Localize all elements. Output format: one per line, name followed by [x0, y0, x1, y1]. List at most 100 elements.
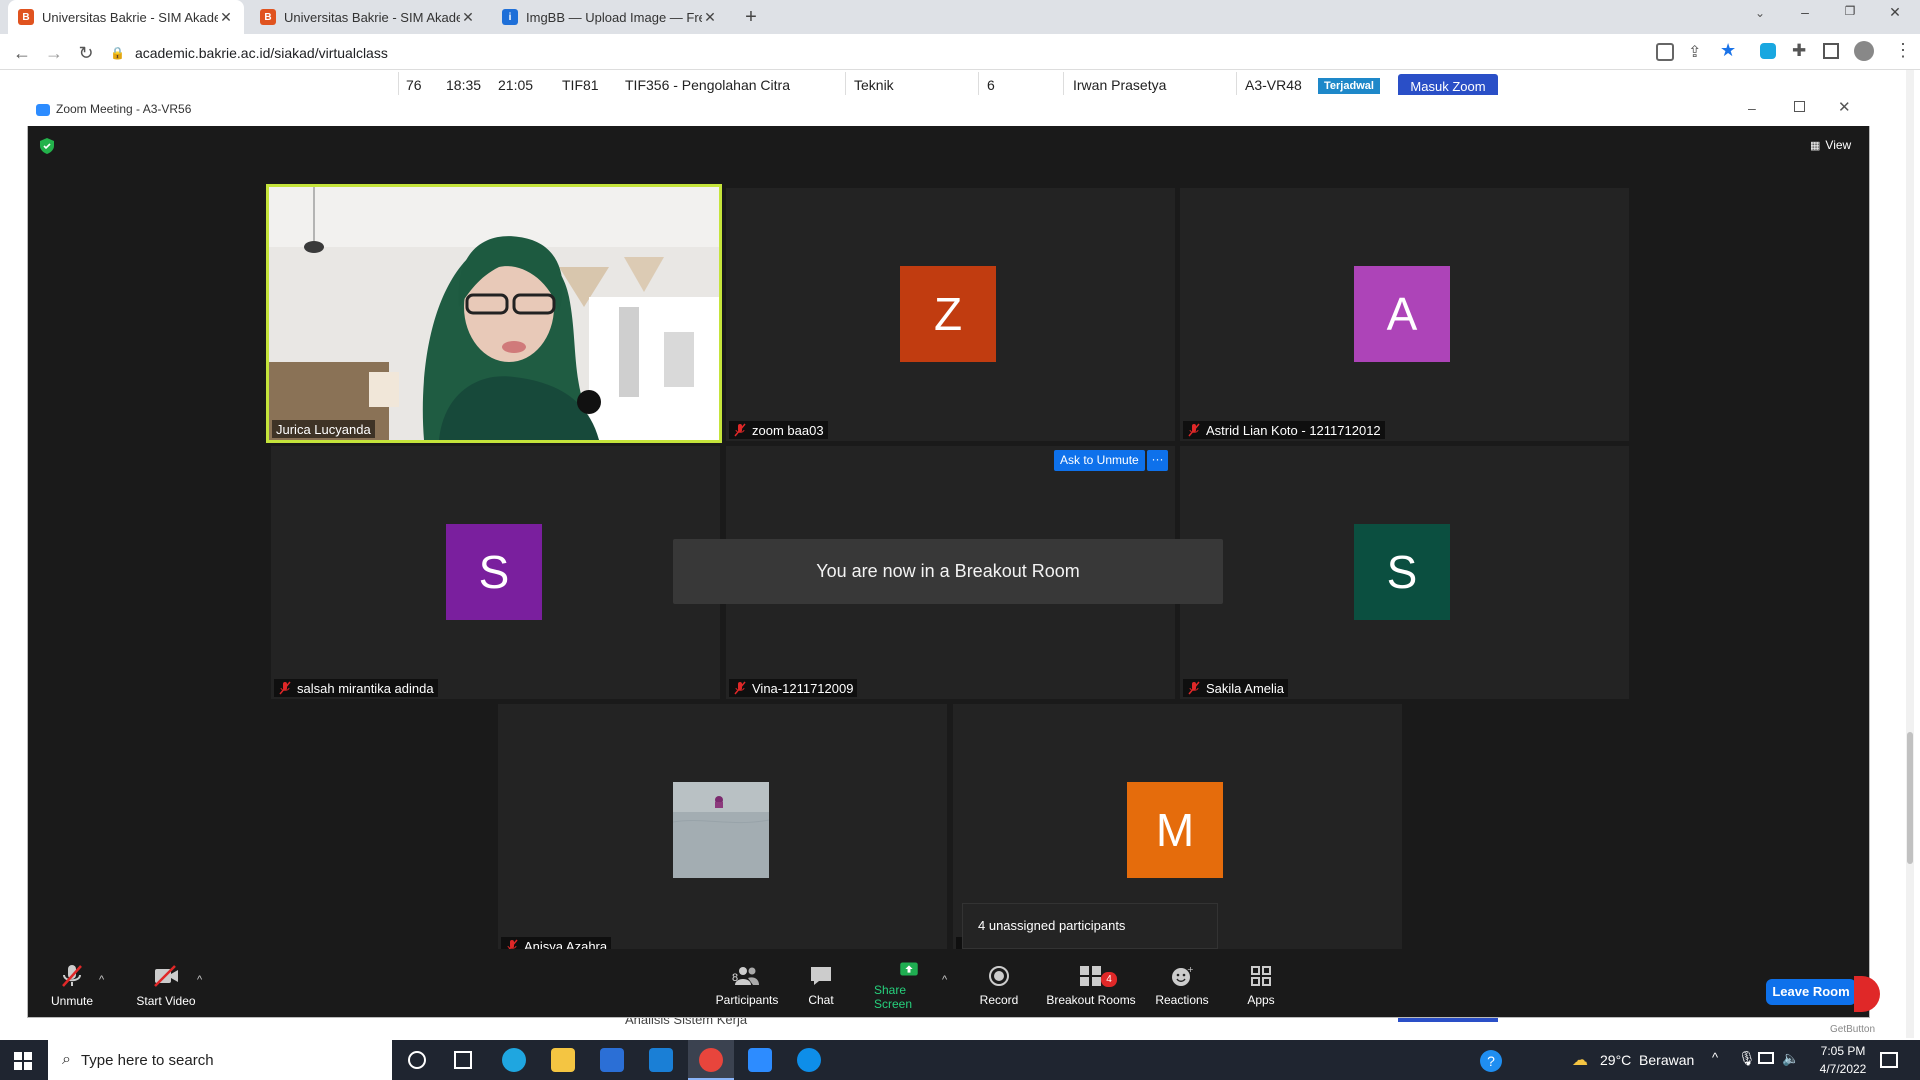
participants-button[interactable]: Participants: [714, 961, 780, 1011]
forward-icon[interactable]: →: [42, 41, 66, 65]
zoom-app-icon[interactable]: [748, 1048, 772, 1072]
apps-label: Apps: [1247, 993, 1275, 1007]
record-icon: [989, 966, 1009, 986]
participants-label: Participants: [715, 993, 779, 1007]
file-explorer-icon[interactable]: [551, 1048, 575, 1072]
zoom-window-title: Zoom Meeting - A3-VR56: [56, 102, 192, 116]
participant-profile-photo: [673, 782, 769, 878]
start-video-label: Start Video: [136, 994, 196, 1008]
audio-options-chevron-icon[interactable]: ^: [99, 974, 104, 986]
participant-tile[interactable]: Z zoom baa03: [726, 188, 1175, 441]
participant-avatar: S: [1354, 524, 1450, 620]
microphone-tray-icon[interactable]: 🎙: [1738, 1050, 1756, 1067]
close-tab-icon[interactable]: ✕: [460, 9, 476, 26]
getbutton-label: GetButton: [1830, 1024, 1876, 1035]
mic-muted-icon: [1188, 423, 1200, 437]
participant-tile[interactable]: Anisya Azahra: [498, 704, 947, 957]
participant-name: Jurica Lucyanda: [272, 420, 375, 438]
reactions-button[interactable]: + Reactions: [1154, 961, 1210, 1011]
url-bar[interactable]: 🔒 academic.bakrie.ac.id/siakad/virtualcl…: [110, 39, 1810, 67]
video-options-chevron-icon[interactable]: ^: [197, 974, 202, 986]
apps-button[interactable]: Apps: [1246, 961, 1276, 1011]
weather-cloud-icon[interactable]: ☁: [1572, 1050, 1588, 1070]
network-icon[interactable]: [1758, 1052, 1774, 1064]
reactions-smiley-icon: +: [1172, 965, 1193, 986]
view-button[interactable]: ▦ View: [1810, 138, 1851, 152]
windows-start-icon[interactable]: [14, 1052, 32, 1070]
leave-room-button[interactable]: Leave Room: [1766, 979, 1856, 1005]
browser-tab-2[interactable]: B Universitas Bakrie - SIM Akadem ✕: [250, 0, 486, 34]
zoom-maximize-icon[interactable]: [1794, 101, 1805, 112]
new-tab-button[interactable]: +: [738, 4, 764, 30]
unmute-button[interactable]: Unmute: [44, 961, 100, 1011]
participant-tile[interactable]: S salsah mirantika adinda: [271, 446, 720, 699]
notifications-icon[interactable]: [1880, 1052, 1898, 1068]
volume-icon[interactable]: 🔈: [1782, 1050, 1799, 1067]
close-tab-icon[interactable]: ✕: [218, 9, 234, 26]
chat-button[interactable]: Chat: [800, 961, 842, 1011]
reactions-label: Reactions: [1155, 993, 1209, 1007]
browser-tab-3[interactable]: i ImgBB — Upload Image — Free ✕: [492, 0, 728, 34]
participant-tile[interactable]: A Astrid Lian Koto - 1211712012: [1180, 188, 1629, 441]
grid-view-icon: ▦: [1810, 139, 1821, 152]
video-off-icon: [154, 965, 178, 987]
mail-icon[interactable]: [649, 1048, 673, 1072]
zoom-title-bar: [27, 95, 1870, 126]
help-icon[interactable]: ?: [1480, 1050, 1502, 1072]
side-panel-icon[interactable]: [1823, 43, 1839, 59]
reload-icon[interactable]: ↻: [74, 41, 98, 65]
browser-tab-1[interactable]: B Universitas Bakrie - SIM Akadem ✕: [8, 0, 244, 34]
close-window-icon[interactable]: ✕: [1885, 4, 1905, 24]
task-view-icon[interactable]: [454, 1051, 472, 1069]
edge-icon[interactable]: [502, 1048, 526, 1072]
tab-search-icon[interactable]: ⌄: [1750, 6, 1770, 26]
mic-muted-icon: [62, 965, 82, 987]
participant-avatar: S: [446, 524, 542, 620]
tray-chevron-icon[interactable]: ^: [1712, 1050, 1718, 1065]
back-icon[interactable]: ←: [10, 41, 34, 65]
store-icon[interactable]: [600, 1048, 624, 1072]
close-tab-icon[interactable]: ✕: [702, 9, 718, 26]
encryption-shield-icon[interactable]: [40, 138, 54, 154]
restore-icon[interactable]: ❐: [1840, 4, 1860, 24]
taskbar-search-box[interactable]: ⌕ Type here to search: [48, 1040, 392, 1080]
teamviewer-icon[interactable]: [797, 1048, 821, 1072]
share-options-chevron-icon[interactable]: ^: [942, 974, 947, 986]
cell-start: 18:35: [446, 77, 482, 93]
breakout-rooms-button[interactable]: Breakout Rooms: [1046, 961, 1136, 1011]
clock-date[interactable]: 4/7/2022: [1812, 1062, 1874, 1076]
more-options-button[interactable]: ···: [1147, 450, 1168, 471]
start-video-button[interactable]: Start Video: [132, 961, 200, 1011]
cortana-icon[interactable]: [408, 1051, 426, 1069]
participant-tile-video[interactable]: Jurica Lucyanda: [266, 184, 722, 443]
profile-avatar-icon[interactable]: [1854, 41, 1874, 61]
menu-kebab-icon[interactable]: ⋮: [1894, 40, 1912, 61]
page-scrollbar-thumb[interactable]: [1907, 732, 1913, 864]
zoom-minimize-icon[interactable]: –: [1748, 100, 1756, 116]
minimize-icon[interactable]: –: [1795, 4, 1815, 24]
bookmark-star-icon[interactable]: ★: [1720, 40, 1736, 61]
url-text: academic.bakrie.ac.id/siakad/virtualclas…: [134, 45, 388, 61]
unmute-label: Unmute: [50, 994, 94, 1008]
getbutton-widget-icon[interactable]: [1854, 976, 1880, 1012]
unassigned-participants-tooltip: 4 unassigned participants: [962, 903, 1218, 949]
weather-text[interactable]: 29°C Berawan: [1600, 1052, 1694, 1068]
share-icon[interactable]: ⇪: [1688, 42, 1701, 62]
page-scrollbar[interactable]: [1906, 70, 1914, 1038]
participant-tile[interactable]: S Sakila Amelia: [1180, 446, 1629, 699]
clock-time[interactable]: 7:05 PM: [1812, 1044, 1874, 1058]
extension-icon[interactable]: [1760, 43, 1776, 59]
participant-name-text: Sakila Amelia: [1206, 680, 1285, 696]
ask-to-unmute-button[interactable]: Ask to Unmute: [1054, 450, 1145, 471]
puzzle-icon[interactable]: ✚: [1792, 41, 1806, 61]
share-screen-button[interactable]: Share Screen: [874, 961, 944, 1011]
search-icon: ⌕: [62, 1051, 71, 1068]
lock-icon: 🔒: [110, 46, 125, 60]
share-screen-icon: [900, 962, 918, 976]
join-zoom-button[interactable]: Masuk Zoom: [1398, 74, 1498, 96]
chrome-icon[interactable]: [699, 1048, 723, 1072]
translate-icon[interactable]: [1656, 43, 1674, 61]
record-button[interactable]: Record: [974, 961, 1024, 1011]
chat-label: Chat: [808, 993, 834, 1007]
zoom-close-icon[interactable]: ✕: [1838, 98, 1851, 116]
